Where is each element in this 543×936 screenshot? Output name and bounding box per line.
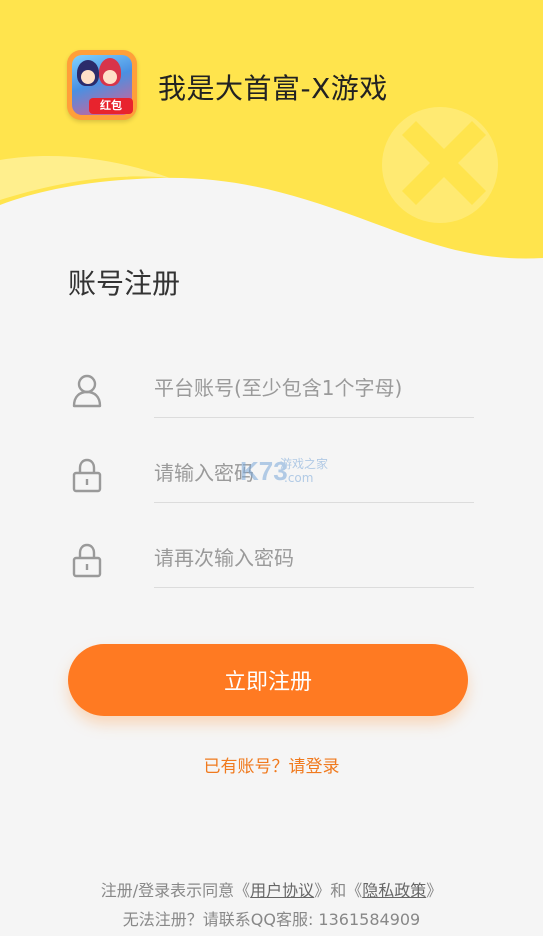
watermark-site-text: 游戏之家 bbox=[280, 456, 328, 471]
page-title: 账号注册 bbox=[68, 267, 181, 300]
confirm-password-underline bbox=[154, 587, 474, 588]
watermark-domain-text: .com bbox=[284, 471, 313, 485]
app-title: 我是大首富-X游戏 bbox=[158, 72, 388, 105]
login-link[interactable]: 已有账号？请登录 bbox=[0, 752, 543, 777]
confirm-password-field bbox=[70, 528, 474, 588]
agreement-middle: 》和《 bbox=[314, 881, 363, 900]
agreement-text: 注册/登录表示同意《用户协议》和《隐私政策》 bbox=[0, 877, 543, 901]
user-icon bbox=[72, 374, 102, 408]
account-input[interactable] bbox=[154, 368, 472, 408]
account-underline bbox=[154, 417, 474, 418]
agreement-prefix: 注册/登录表示同意《 bbox=[100, 881, 251, 900]
confirm-password-input[interactable] bbox=[154, 538, 472, 578]
agreement-suffix: 》 bbox=[426, 881, 443, 900]
header-background bbox=[0, 0, 543, 259]
user-agreement-link[interactable]: 用户协议 bbox=[250, 881, 314, 900]
x-decoration-icon bbox=[382, 107, 498, 223]
app-icon-badge: 红包 bbox=[89, 98, 133, 114]
privacy-policy-link[interactable]: 隐私政策 bbox=[362, 881, 426, 900]
password-underline bbox=[154, 502, 474, 503]
k73-watermark-logo: K73 游戏之家 .com bbox=[240, 456, 328, 486]
account-field bbox=[70, 358, 474, 418]
app-icon: 红包 bbox=[67, 50, 137, 120]
contact-text: 无法注册？请联系QQ客服: 1361584909 bbox=[122, 910, 421, 929]
register-button[interactable]: 立即注册 bbox=[68, 644, 468, 716]
lock-icon bbox=[72, 543, 102, 578]
lock-icon bbox=[72, 458, 102, 493]
